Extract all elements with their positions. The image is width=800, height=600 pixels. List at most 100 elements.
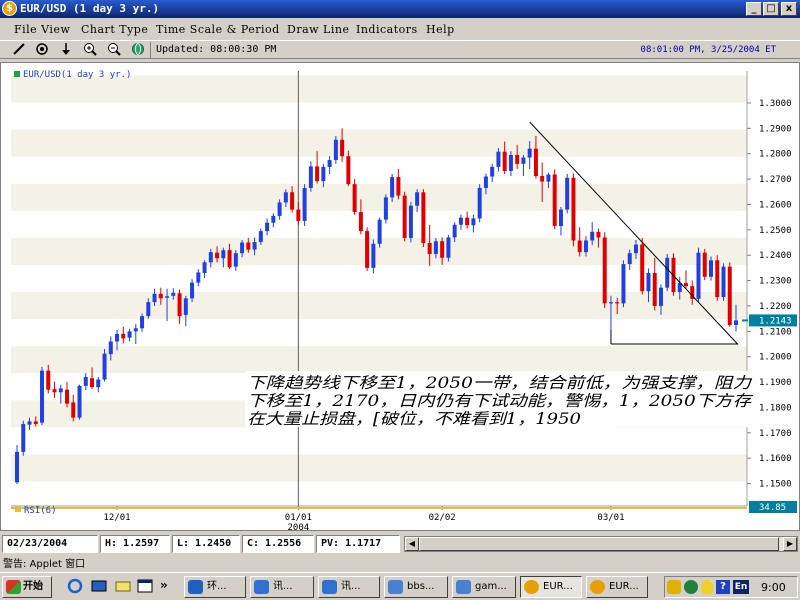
- menu-draw-line[interactable]: Draw Line: [287, 23, 349, 36]
- volume-icon[interactable]: [684, 580, 698, 594]
- candle-body: [552, 174, 557, 227]
- candle: [471, 214, 476, 233]
- candle: [396, 168, 401, 200]
- status-close: C: 1.2556: [242, 535, 314, 553]
- minimize-button[interactable]: _: [746, 2, 762, 16]
- candle-body: [527, 148, 532, 158]
- candle-body: [133, 328, 138, 332]
- candle-body: [302, 187, 307, 221]
- candle-body: [540, 176, 545, 182]
- x-tick-label: 02/02: [429, 513, 456, 523]
- task-button-5[interactable]: gam...: [452, 576, 516, 598]
- candle-body: [308, 166, 313, 188]
- market-clock: 08:01:00 PM, 3/25/2004 ET: [640, 45, 776, 55]
- candle: [383, 194, 388, 224]
- candle-body: [58, 388, 63, 393]
- horizontal-scrollbar[interactable]: ◀ ▶: [404, 536, 798, 552]
- currency-icon: [590, 580, 605, 594]
- menu-help[interactable]: Help: [426, 23, 455, 36]
- candle-body: [271, 215, 276, 223]
- start-button[interactable]: 开始: [2, 576, 52, 598]
- candle-body: [483, 176, 488, 188]
- menu-indicators[interactable]: Indicators: [356, 23, 418, 36]
- target-icon[interactable]: [33, 42, 51, 58]
- candle-body: [258, 231, 263, 243]
- zoom-out-icon[interactable]: [105, 42, 123, 58]
- candle-body: [277, 202, 282, 216]
- draw-line-icon[interactable]: [10, 42, 28, 58]
- task-button-3[interactable]: 讯...: [318, 576, 380, 598]
- x-tick-sublabel: 2004: [288, 523, 310, 530]
- candle: [558, 206, 563, 236]
- arrow-down-icon[interactable]: [57, 42, 75, 58]
- y-tick-label: 1.2700: [759, 175, 792, 185]
- candle-body: [196, 272, 201, 283]
- grid-band: [11, 346, 747, 374]
- menu-chart-type[interactable]: Chart Type: [81, 23, 148, 36]
- candle-body: [333, 139, 338, 161]
- candle-body: [121, 333, 126, 339]
- candle: [52, 381, 57, 398]
- language-indicator[interactable]: En: [733, 580, 749, 594]
- window-icon[interactable]: [136, 578, 154, 596]
- currency-icon[interactable]: $: [2, 1, 17, 16]
- task-button-4[interactable]: bbs...: [384, 576, 448, 598]
- rsi-label: RSI(6): [24, 506, 57, 516]
- candle: [696, 247, 701, 303]
- lightbulb-icon[interactable]: [701, 580, 713, 594]
- candle-body: [108, 341, 113, 355]
- scroll-right-button[interactable]: ▶: [783, 537, 797, 551]
- candle-body: [352, 184, 357, 213]
- ie-icon[interactable]: [66, 578, 84, 596]
- candle: [721, 263, 726, 301]
- task-button-6[interactable]: EUR...: [520, 576, 582, 598]
- candle-body: [596, 231, 601, 238]
- candle: [277, 199, 282, 220]
- candle-body: [640, 244, 645, 292]
- task-button-2[interactable]: 讯...: [250, 576, 314, 598]
- candle: [371, 239, 376, 274]
- taskbar: 开始 » 环... 讯... 讯... bbs... gam... EUR...…: [0, 572, 800, 600]
- menu-file-view[interactable]: File View: [14, 23, 70, 36]
- candle-body: [52, 389, 57, 393]
- task-label: EUR...: [543, 581, 573, 592]
- zoom-in-icon[interactable]: [81, 42, 99, 58]
- candle: [183, 295, 188, 327]
- tray-clock[interactable]: 9:00: [761, 581, 786, 594]
- candle: [40, 366, 45, 426]
- candle-body: [433, 241, 438, 254]
- menu-time-scale[interactable]: Time Scale & Period: [156, 23, 280, 36]
- maximize-button[interactable]: □: [763, 2, 779, 16]
- scroll-left-button[interactable]: ◀: [405, 537, 419, 551]
- title-bar[interactable]: $ EUR/USD (1 day 3 yr.) _ □ x: [0, 0, 800, 18]
- candle: [83, 373, 88, 391]
- candle-body: [390, 177, 395, 198]
- network-icon[interactable]: [667, 580, 681, 594]
- candle-body: [508, 154, 513, 171]
- price-chart[interactable]: 1.3000 1.2900 1.2800 1.2700 1.2600 1.2500 1.24…: [1, 63, 799, 533]
- chart-area[interactable]: 1.3000 1.2900 1.2800 1.2700 1.2600 1.2500 1.24…: [0, 62, 800, 533]
- window-title: EUR/USD (1 day 3 yr.): [20, 2, 160, 15]
- status-high: H: 1.2597: [100, 535, 170, 553]
- task-button-7[interactable]: EUR...: [586, 576, 648, 598]
- legend-label: EUR/USD(1 day 3 yr.): [23, 70, 131, 80]
- candle-body: [190, 282, 195, 299]
- candle: [265, 218, 270, 236]
- close-button[interactable]: x: [781, 2, 797, 16]
- candle-body: [502, 151, 507, 171]
- candle: [15, 445, 19, 485]
- globe-icon[interactable]: [129, 42, 147, 58]
- candle-body: [165, 296, 170, 298]
- desktop-icon[interactable]: [90, 578, 108, 596]
- scrollbar-thumb[interactable]: [419, 537, 779, 551]
- help-icon[interactable]: ?: [716, 580, 730, 594]
- candle-body: [146, 302, 151, 317]
- y-tick-label: 1.2300: [759, 277, 792, 287]
- candle-body: [377, 219, 382, 244]
- candle-body: [533, 148, 538, 177]
- candle-body: [515, 154, 520, 164]
- outlook-icon[interactable]: [114, 578, 132, 596]
- task-button-1[interactable]: 环...: [184, 576, 246, 598]
- quick-launch-more[interactable]: »: [160, 578, 168, 592]
- candle-body: [21, 423, 26, 452]
